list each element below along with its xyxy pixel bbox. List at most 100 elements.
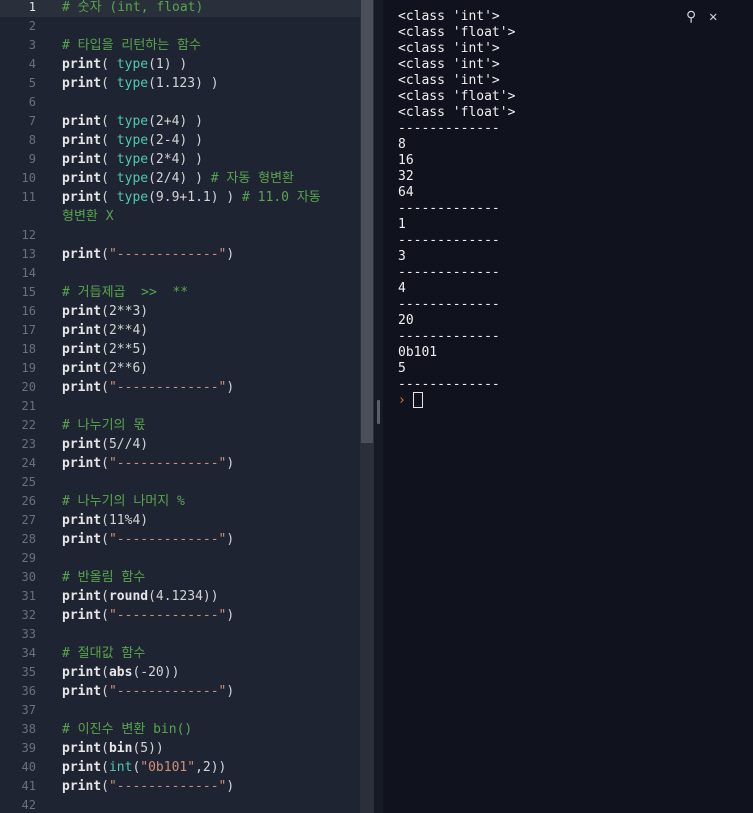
console-output-line: 8 [398,137,406,152]
console-output-line: 1 [398,217,406,232]
code-line[interactable]: print(11%4) [62,511,148,530]
code-token: "-------------" [108,380,227,395]
code-token: ( [101,741,109,756]
code-token: ( [101,171,117,186]
code-token: print [62,76,102,91]
code-token: ( [101,114,117,129]
code-line[interactable]: print("-------------") [62,682,234,701]
code-line[interactable]: # 숫자 (int, float) [62,0,203,17]
code-token: (2-4) ) [148,133,203,148]
code-line[interactable]: print( type(1.123) ) [62,74,219,93]
code-editor[interactable]: 1 2 3 4 5 6 7 8 9 10 11 12 13 14 15 16 17 18 19 20 21 22 23 24 2… [0,0,360,813]
code-line[interactable]: print("-------------") [62,606,234,625]
code-line[interactable]: print(2**6) [62,359,148,378]
console-output-line: 4 [398,281,406,296]
code-line[interactable]: # 반올림 함수 [62,568,145,587]
code-token: print [62,589,102,604]
code-token: ( [101,152,117,167]
code-token: print [62,741,102,756]
code-token: (2*4) ) [148,152,203,167]
code-token: # 나누기의 나머지 % [62,494,185,509]
line-number: 42 [21,798,36,812]
code-line[interactable]: print(2**4) [62,321,148,340]
code-token: (9.9+1.1) ) [148,190,243,205]
code-token: # 반올림 함수 [62,570,146,585]
code-token: ( [101,380,109,395]
search-icon[interactable]: ⚲ [686,9,696,25]
console-output-line: 3 [398,249,406,264]
code-token: print [62,342,102,357]
line-number: 25 [21,475,36,489]
console-output-line: <class 'int'> [398,9,500,24]
code-line[interactable]: print(2**3) [62,302,148,321]
code-line[interactable]: # 거듭제곱 >> ** [62,283,188,302]
console-output-line: <class 'int'> [398,73,500,88]
code-line[interactable]: # 절대값 함수 [62,644,145,663]
line-number: 31 [21,589,36,603]
code-line[interactable]: print("-------------") [62,777,234,796]
line-number: 5 [28,76,36,90]
close-icon[interactable]: ✕ [709,9,717,25]
line-number: 38 [21,722,36,736]
code-line[interactable]: print("-------------") [62,245,234,264]
code-line[interactable]: # 나누기의 나머지 % [62,492,185,511]
code-token: ) [226,380,235,395]
code-line[interactable]: print(bin(5)) [62,739,164,758]
code-token: ) [226,456,235,471]
code-token: print [62,456,102,471]
line-number: 17 [21,323,36,337]
code-line[interactable]: print("-------------") [62,530,234,549]
line-number: 19 [21,361,36,375]
code-line[interactable]: # 나누기의 몫 [62,416,145,435]
code-line[interactable]: print(abs(-20)) [62,663,179,682]
code-token: (2**4) [101,323,149,338]
code-token: type [116,57,149,72]
console-output-line: <class 'float'> [398,25,516,40]
code-token: (1) ) [148,57,188,72]
line-number: 2 [28,19,36,33]
code-line[interactable]: print(round(4.1234)) [62,587,219,606]
code-token: (4.1234)) [148,589,219,604]
code-line[interactable]: print( type(2*4) ) [62,150,203,169]
code-line[interactable]: print(2**5) [62,340,148,359]
code-token: (1.123) ) [148,76,219,91]
code-token: abs [108,665,133,680]
splitter-handle[interactable] [377,400,380,424]
code-token: ( [101,684,109,699]
code-line[interactable]: print( type(2/4) ) # 자동 형변환 [62,169,294,188]
code-line[interactable]: print("-------------") [62,454,234,473]
line-number: 33 [21,627,36,641]
code-line[interactable]: print("-------------") [62,378,234,397]
line-number: 7 [28,114,36,128]
line-number-gutter: 1 2 3 4 5 6 7 8 9 10 11 12 13 14 15 16 17 18 19 20 21 22 23 24 2… [0,0,52,813]
code-token: (5//4) [101,437,149,452]
code-line[interactable]: # 이진수 변환 bin() [62,720,192,739]
console-input-cursor[interactable] [413,392,423,408]
code-line[interactable]: print( type(1) ) [62,55,187,74]
editor-scrollbar-thumb[interactable] [361,0,373,443]
code-token: print [62,304,102,319]
code-line[interactable]: # 타입을 리턴하는 함수 [62,36,201,55]
code-token: "-------------" [108,779,227,794]
line-number: 15 [21,285,36,299]
code-line[interactable]: print( type(2-4) ) [62,131,203,150]
line-number: 41 [21,779,36,793]
code-token: ( [101,190,117,205]
code-line[interactable]: 형변환 X [62,207,114,226]
line-number: 14 [21,266,36,280]
line-number: 36 [21,684,36,698]
code-token: type [116,133,149,148]
console-output-line: ------------- [398,265,500,280]
code-token: print [62,247,102,262]
code-token: int [108,760,133,775]
line-number: 22 [21,418,36,432]
code-line[interactable]: print( type(9.9+1.1) ) # 11.0 자동 [62,188,321,207]
code-token: ( [101,760,109,775]
code-token: ,2)) [195,760,227,775]
code-line[interactable]: print(5//4) [62,435,148,454]
console-output-line: ------------- [398,121,500,136]
line-number: 27 [21,513,36,527]
code-line[interactable]: print( type(2+4) ) [62,112,203,131]
line-number: 6 [28,95,36,109]
code-line[interactable]: print(int("0b101",2)) [62,758,226,777]
